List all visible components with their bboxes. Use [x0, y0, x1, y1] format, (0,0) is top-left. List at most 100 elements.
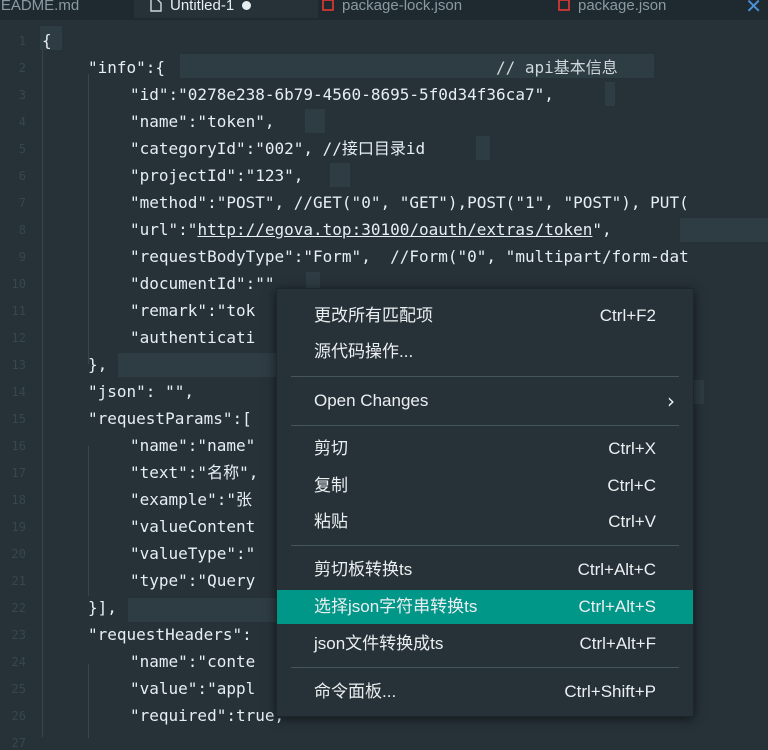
line-number: 26: [11, 709, 26, 723]
line-number: 6: [18, 169, 26, 183]
menu-item-command-palette[interactable]: 命令面板... Ctrl+Shift+P: [277, 675, 693, 709]
code-line: {: [42, 31, 52, 50]
tab-package-json[interactable]: package.json: [558, 0, 666, 18]
code-line: "authenticati: [130, 328, 256, 347]
code-line: },: [88, 355, 108, 374]
indent-guide: [88, 446, 89, 596]
menu-item-open-changes[interactable]: Open Changes ›: [277, 384, 693, 418]
indent-guide: [42, 47, 43, 737]
code-line: "documentId":"": [130, 274, 275, 293]
menu-item-shortcut: Ctrl+Shift+P: [564, 682, 656, 701]
file-icon: [150, 0, 162, 12]
tab-label: package.json: [578, 0, 667, 14]
menu-item-paste[interactable]: 粘贴 Ctrl+V: [277, 505, 693, 539]
code-line: "categoryId":"002", //接口目录id: [130, 139, 426, 158]
code-line: "method":"POST", //GET("0", "GET"),POST(…: [130, 193, 689, 212]
line-number: 17: [11, 466, 26, 480]
unsaved-dot-icon[interactable]: [242, 0, 252, 10]
code-line: "remark":"tok: [130, 301, 256, 320]
line-number: 15: [11, 412, 26, 426]
menu-item-shortcut: Ctrl+Alt+F: [579, 634, 656, 653]
menu-item-clipboard-to-ts[interactable]: 剪切板转换ts Ctrl+Alt+C: [277, 553, 693, 587]
line-number: 12: [11, 331, 26, 345]
line-highlight: [118, 353, 276, 377]
menu-item-copy[interactable]: 复制 Ctrl+C: [277, 469, 693, 503]
code-line: "text":"名称",: [130, 463, 259, 482]
code-line: "example":"张: [130, 490, 252, 509]
indent-guide: [88, 74, 89, 364]
menu-item-label: 剪切: [314, 439, 348, 458]
line-number: 8: [18, 223, 26, 237]
code-line: "requestParams":[: [88, 409, 252, 428]
line-number: 20: [11, 547, 26, 561]
menu-item-cut[interactable]: 剪切 Ctrl+X: [277, 432, 693, 466]
line-number: 18: [11, 493, 26, 507]
code-line: "valueContent: [130, 517, 256, 536]
indent-guide: [88, 664, 89, 738]
code-line: "valueType":": [130, 544, 256, 563]
menu-item-json-file-to-ts[interactable]: json文件转换成ts Ctrl+Alt+F: [277, 627, 693, 661]
line-highlight: [680, 218, 768, 242]
line-number: 25: [11, 682, 26, 696]
line-number: 14: [11, 385, 26, 399]
line-highlight: [605, 82, 615, 106]
code-line: "required":true,: [130, 706, 285, 725]
menu-item-change-all-occurrences[interactable]: 更改所有匹配项 Ctrl+F2: [277, 299, 693, 333]
tab-package-lock-json[interactable]: package-lock.json: [322, 0, 462, 18]
line-number: 1: [18, 34, 26, 48]
line-number: 7: [18, 196, 26, 210]
line-number: 5: [18, 142, 26, 156]
code-line: "requestHeaders":: [88, 625, 252, 644]
menu-item-label: 粘贴: [314, 512, 348, 531]
tab-readme[interactable]: README.md: [0, 0, 79, 18]
menu-item-label: 更改所有匹配项: [314, 306, 433, 325]
line-highlight: [476, 136, 490, 160]
menu-item-shortcut: Ctrl+X: [608, 439, 656, 458]
code-line: "info":{: [88, 58, 166, 77]
menu-item-label: 命令面板...: [314, 682, 397, 701]
line-number: 23: [11, 628, 26, 642]
menu-item-label: Open Changes: [314, 391, 429, 410]
line-highlight: [305, 109, 325, 133]
code-line: "json": "",: [88, 382, 194, 401]
menu-item-source-action[interactable]: 源代码操作...: [277, 335, 693, 369]
menu-separator: [291, 425, 679, 426]
line-number: 21: [11, 574, 26, 588]
line-highlight: [128, 598, 276, 622]
line-number: 22: [11, 601, 26, 615]
tab-label: README.md: [0, 0, 80, 14]
line-number: 2: [18, 61, 26, 75]
line-number: 11: [11, 304, 26, 318]
line-number: 4: [18, 115, 26, 129]
context-menu: 更改所有匹配项 Ctrl+F2 源代码操作... Open Changes › …: [276, 288, 694, 717]
menu-item-shortcut: Ctrl+Alt+S: [578, 597, 656, 616]
chevron-right-icon: ›: [667, 389, 675, 413]
code-line: "name":"conte: [130, 652, 256, 671]
menu-item-shortcut: Ctrl+F2: [599, 306, 656, 325]
menu-item-label: json文件转换成ts: [314, 634, 444, 653]
menu-separator: [291, 376, 679, 377]
url-link[interactable]: http://egova.top:30100/oauth/extras/toke…: [197, 220, 592, 239]
menu-item-label: 剪切板转换ts: [314, 560, 413, 579]
menu-separator: [291, 545, 679, 546]
menu-item-label: 源代码操作...: [314, 342, 414, 361]
menu-item-selection-json-to-ts[interactable]: 选择json字符串转换ts Ctrl+Alt+S: [277, 590, 693, 624]
code-line: "name":"name": [130, 436, 256, 455]
code-line: "requestBodyType":"Form", //Form("0", "m…: [130, 247, 689, 266]
line-number: 13: [11, 358, 26, 372]
line-number: 3: [18, 88, 26, 102]
code-comment: // api基本信息: [496, 58, 618, 77]
code-line: "id":"0278e238-6b79-4560-8695-5f0d34f36c…: [130, 85, 554, 104]
tab-untitled-1[interactable]: Untitled-1: [134, 0, 318, 18]
menu-item-label: 复制: [314, 476, 348, 495]
code-line: "type":"Query: [130, 571, 256, 590]
line-number: 24: [11, 655, 26, 669]
line-number-gutter: 1 2 3 4 5 6 7 8 9 10 11 12 13 14 15 16 17 18 19 20 21 22 23 24 2…: [0, 20, 30, 750]
line-number: 9: [18, 250, 26, 264]
code-line: "url":"http://egova.top:30100/oauth/extr…: [130, 220, 612, 239]
code-line: "projectId":"123",: [130, 166, 304, 185]
tab-label: package-lock.json: [342, 0, 463, 14]
line-number: 16: [11, 439, 26, 453]
tab-label: Untitled-1: [170, 0, 235, 14]
npm-file-icon: [322, 0, 334, 12]
